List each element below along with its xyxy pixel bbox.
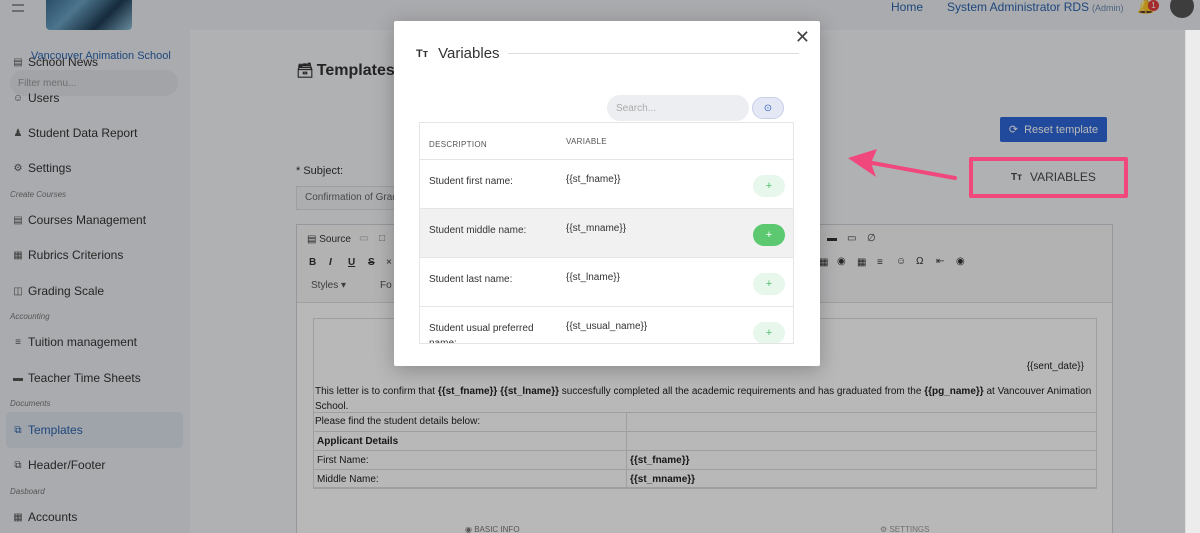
- variable-description: Student middle name:: [429, 225, 527, 236]
- variable-code: {{st_mname}}: [566, 223, 627, 234]
- highlight-box: [969, 157, 1128, 198]
- search-button[interactable]: ⊙: [752, 97, 784, 119]
- add-variable-button[interactable]: +: [753, 273, 785, 295]
- variable-code: {{st_fname}}: [566, 174, 621, 185]
- table-row: Student first name: {{st_fname}} +: [420, 160, 793, 209]
- add-variable-button[interactable]: +: [753, 175, 785, 197]
- col-variable: VARIABLE: [566, 137, 607, 146]
- search-icon: ⊙: [763, 102, 773, 114]
- variable-description: Student last name:: [429, 274, 513, 285]
- col-description: DESCRIPTION: [429, 140, 487, 149]
- divider: [508, 53, 799, 54]
- variable-code: {{st_lname}}: [566, 272, 620, 283]
- close-icon[interactable]: ✕: [795, 27, 810, 48]
- pointer-arrow-icon: [848, 149, 957, 180]
- add-variable-button[interactable]: +: [753, 224, 785, 246]
- variables-modal: ✕ Tт Variables ⊙ DESCRIPTION VARIABLE St…: [394, 21, 820, 366]
- modal-title: Variables: [438, 45, 500, 62]
- variable-code: {{st_usual_name}}: [566, 321, 648, 332]
- scrollbar[interactable]: [1185, 30, 1200, 533]
- variable-description: Student first name:: [429, 176, 513, 187]
- variables-table: DESCRIPTION VARIABLE Student first name:…: [419, 122, 794, 344]
- variables-search-input[interactable]: [607, 95, 749, 121]
- text-type-icon: Tт: [416, 47, 429, 60]
- variable-description: Student usual preferred name:: [429, 323, 534, 344]
- table-header-row: DESCRIPTION VARIABLE: [420, 123, 793, 160]
- table-row: Student middle name: {{st_mname}} +: [420, 209, 793, 258]
- table-row: Student last name: {{st_lname}} +: [420, 258, 793, 307]
- modal-header: Tт Variables: [416, 45, 500, 62]
- table-row: Student usual preferred name: {{st_usual…: [420, 307, 793, 344]
- add-variable-button[interactable]: +: [753, 322, 785, 343]
